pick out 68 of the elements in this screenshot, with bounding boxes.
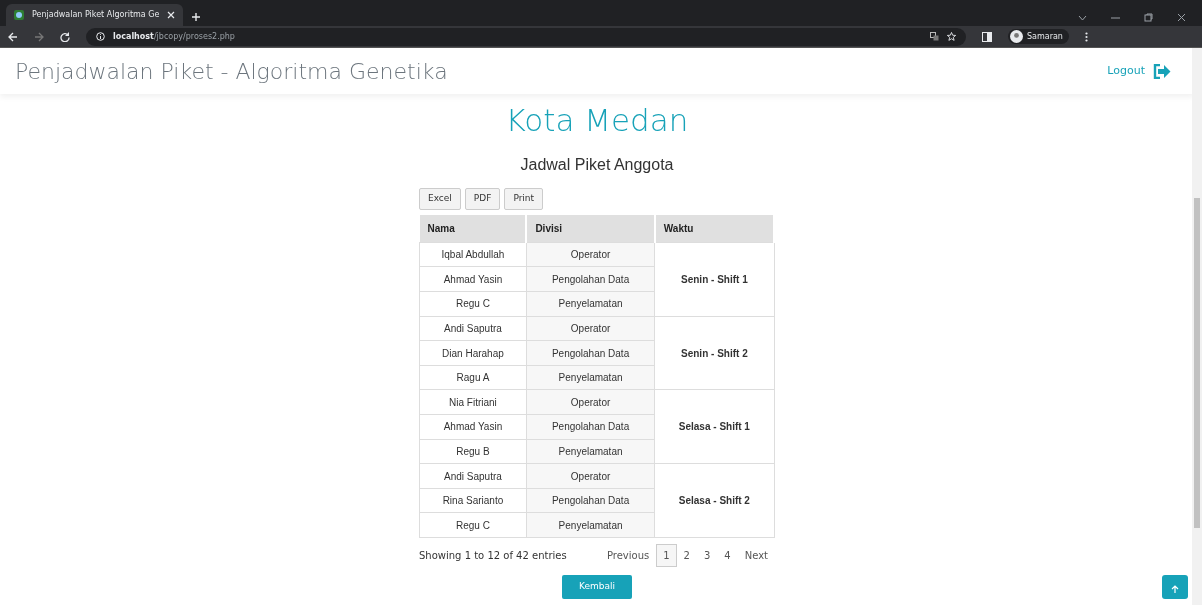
page-title: Kota Medan [505, 102, 689, 140]
name-cell: Ahmad Yasin [419, 414, 527, 440]
pagination-button[interactable]: Next [737, 544, 775, 567]
scrollbar[interactable] [1192, 48, 1202, 605]
star-icon[interactable] [947, 32, 956, 41]
division-cell: Operator [526, 463, 655, 489]
tab-title: Penjadwalan Piket Algoritma Ge [32, 9, 160, 21]
entries-info: Showing 1 to 12 of 42 entries [419, 549, 567, 563]
pagination-button[interactable]: 3 [696, 544, 718, 567]
column-header[interactable]: Waktu [654, 214, 774, 243]
url-text: localhost/jbcopy/proses2.php [113, 30, 235, 43]
forward-arrow-icon[interactable] [34, 31, 44, 42]
favicon-icon [14, 10, 24, 20]
restore-icon[interactable] [1144, 13, 1153, 22]
division-cell: Operator [526, 242, 655, 267]
division-cell: Pengolahan Data [526, 414, 655, 440]
pagination-button[interactable]: Previous [599, 544, 657, 567]
export-button[interactable]: Print [504, 188, 544, 210]
browser-tab[interactable]: Penjadwalan Piket Algoritma Ge [6, 4, 184, 26]
name-cell: Rina Sarianto [419, 488, 527, 513]
division-cell: Penyelamatan [526, 365, 655, 390]
division-cell: Operator [526, 389, 655, 415]
time-cell: Senin - Shift 2 [654, 316, 774, 390]
export-button[interactable]: Excel [419, 188, 461, 210]
name-cell: Andi Saputra [419, 463, 527, 489]
translate-icon[interactable] [930, 32, 939, 41]
time-cell: Senin - Shift 1 [654, 242, 774, 317]
name-cell: Regu C [419, 291, 527, 317]
division-cell: Operator [526, 316, 655, 341]
name-cell: Nia Fitriani [419, 389, 527, 415]
division-cell: Pengolahan Data [526, 488, 655, 513]
kebab-menu-icon[interactable] [1084, 31, 1088, 42]
division-cell: Penyelamatan [526, 512, 655, 538]
name-cell: Ahmad Yasin [419, 266, 527, 292]
name-cell: Ragu A [419, 365, 527, 390]
pagination-button[interactable]: 2 [676, 544, 697, 567]
info-icon [96, 32, 105, 41]
minimize-icon[interactable] [1111, 16, 1120, 19]
column-header[interactable]: Divisi [526, 214, 655, 243]
division-cell: Pengolahan Data [526, 340, 655, 366]
division-cell: Pengolahan Data [526, 266, 655, 292]
side-panel-icon[interactable] [982, 31, 992, 42]
avatar-icon [1010, 30, 1023, 43]
navbar-brand[interactable]: Penjadwalan Piket - Algoritma Genetika [15, 54, 448, 88]
pagination-button[interactable]: 4 [717, 544, 738, 567]
name-cell: Dian Harahap [419, 340, 527, 366]
name-cell: Regu B [419, 439, 527, 464]
time-cell: Selasa - Shift 2 [654, 463, 774, 538]
close-window-icon[interactable] [1177, 13, 1186, 22]
division-cell: Penyelamatan [526, 291, 655, 317]
division-cell: Penyelamatan [526, 439, 655, 464]
close-icon[interactable] [167, 11, 176, 19]
name-cell: Regu C [419, 512, 527, 538]
time-cell: Selasa - Shift 1 [654, 389, 774, 464]
back-arrow-icon[interactable] [8, 31, 18, 42]
table-title: Jadwal Piket Anggota [520, 155, 674, 175]
export-button[interactable]: PDF [464, 188, 501, 210]
pagination-button[interactable]: 1 [656, 544, 677, 567]
new-tab-icon[interactable] [191, 12, 202, 22]
profile-button[interactable]: Samaran [1008, 29, 1069, 44]
name-cell: Iqbal Abdullah [419, 242, 527, 267]
address-bar[interactable]: localhost/jbcopy/proses2.php [86, 27, 966, 46]
chevron-down-icon[interactable] [1078, 14, 1087, 21]
arrow-up-icon [1171, 584, 1179, 593]
column-header[interactable]: Nama [419, 214, 527, 243]
reload-icon[interactable] [60, 31, 70, 42]
name-cell: Andi Saputra [419, 316, 527, 341]
logout-icon [1153, 63, 1171, 79]
